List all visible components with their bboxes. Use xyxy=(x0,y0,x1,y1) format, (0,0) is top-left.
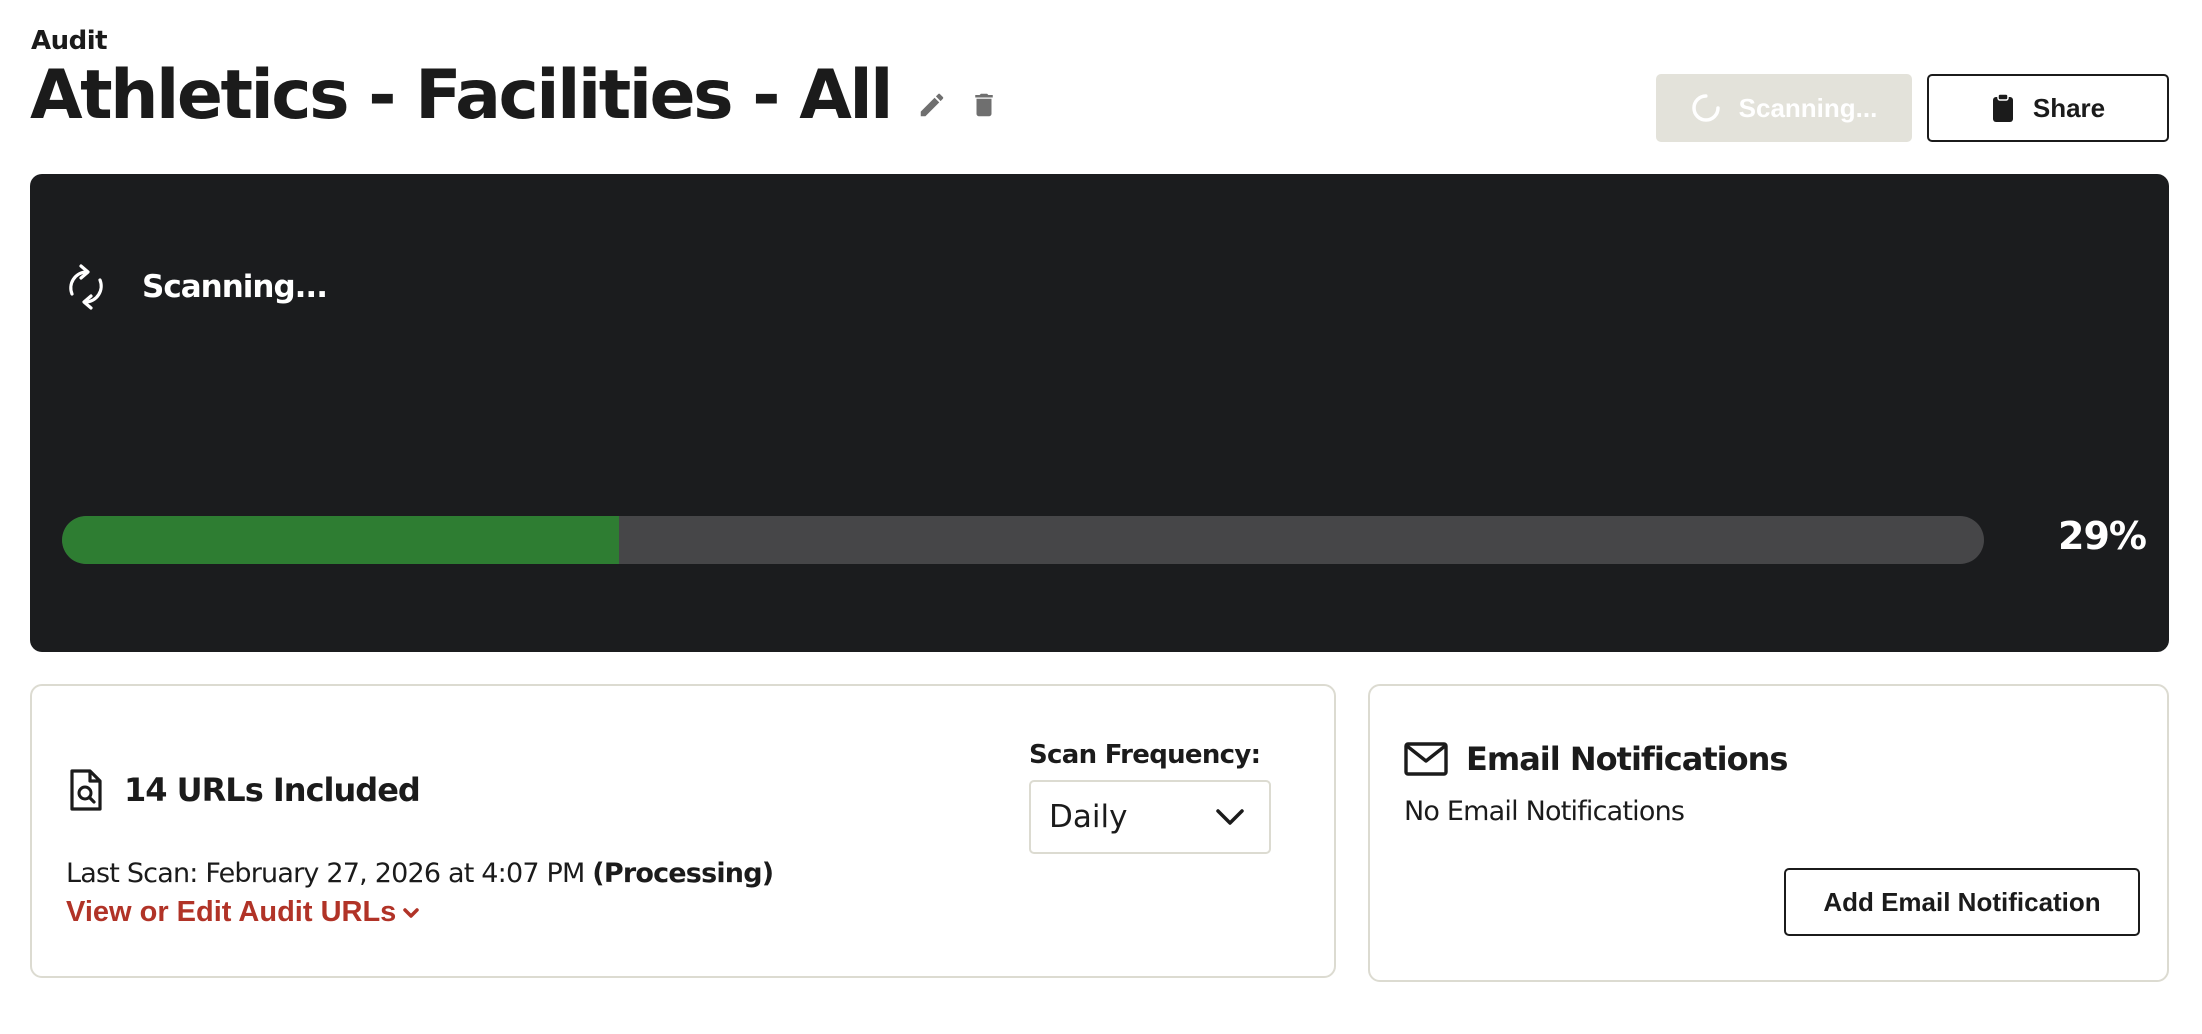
scan-progress-track xyxy=(62,516,1984,564)
scan-frequency-value: Daily xyxy=(1049,799,1128,835)
last-scan-text: Last Scan: February 27, 2026 at 4:07 PM … xyxy=(66,858,774,889)
urls-card-header: 14 URLs Included xyxy=(68,768,421,812)
email-card-header: Email Notifications xyxy=(1404,740,1788,778)
urls-count-title: 14 URLs Included xyxy=(124,771,421,809)
email-notifications-card: Email Notifications No Email Notificatio… xyxy=(1368,684,2169,982)
scan-status-panel: Scanning... 29% xyxy=(30,174,2169,652)
scan-progress-percent: 29% xyxy=(2058,514,2147,558)
last-scan-status: (Processing) xyxy=(592,858,774,889)
page-title: Athletics - Facilities - All xyxy=(30,56,893,135)
share-button-label: Share xyxy=(2032,92,2106,123)
share-button[interactable]: Share xyxy=(1927,74,2169,142)
document-search-icon xyxy=(70,769,102,811)
scan-status-label: Scanning... xyxy=(142,269,328,305)
edit-title-button[interactable] xyxy=(917,90,947,120)
spinner-icon xyxy=(1691,94,1720,122)
urls-card: 14 URLs Included Last Scan: February 27,… xyxy=(30,684,1336,978)
title-row: Athletics - Facilities - All xyxy=(30,62,999,130)
email-notifications-empty: No Email Notifications xyxy=(1404,796,1685,827)
scan-frequency-label: Scan Frequency: xyxy=(1029,740,1261,770)
last-scan-date: Last Scan: February 27, 2026 at 4:07 PM xyxy=(66,858,585,889)
scanning-button[interactable]: Scanning... xyxy=(1656,74,1912,142)
page-eyebrow: Audit xyxy=(31,26,108,56)
add-email-notification-button[interactable]: Add Email Notification xyxy=(1784,868,2140,936)
delete-audit-button[interactable] xyxy=(969,89,999,121)
refresh-icon xyxy=(69,264,103,310)
audit-page: Audit Athletics - Facilities - All Scann… xyxy=(0,0,2202,1034)
trash-icon xyxy=(975,93,993,117)
pencil-icon xyxy=(920,93,944,117)
scan-status-header: Scanning... xyxy=(64,258,328,316)
email-notifications-title: Email Notifications xyxy=(1466,740,1788,778)
clipboard-icon xyxy=(1992,93,2013,122)
chevron-down-icon xyxy=(403,907,420,918)
chevron-down-icon xyxy=(1216,809,1244,825)
scan-progress-fill xyxy=(62,516,620,564)
view-edit-urls-link[interactable]: View or Edit Audit URLs xyxy=(66,896,420,929)
view-edit-urls-label: View or Edit Audit URLs xyxy=(66,896,397,928)
envelope-icon xyxy=(1404,742,1448,776)
scanning-button-label: Scanning... xyxy=(1738,92,1878,123)
scan-frequency-select[interactable]: Daily xyxy=(1029,780,1271,854)
